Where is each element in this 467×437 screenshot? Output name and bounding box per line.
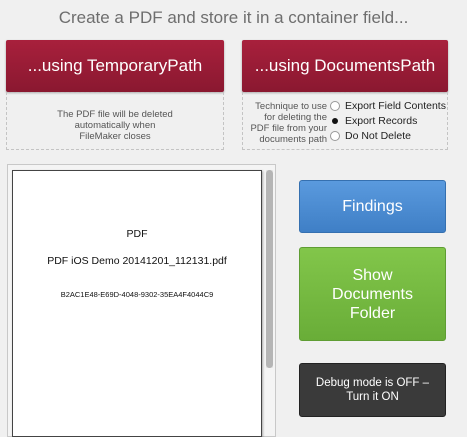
using-documents-path-button[interactable]: ...using DocumentsPath xyxy=(242,40,448,92)
pdf-heading: PDF xyxy=(126,228,148,240)
debug-toggle-button[interactable]: Debug mode is OFF – Turn it ON xyxy=(299,363,446,417)
technique-line: for deleting the xyxy=(264,112,327,123)
label-line: Debug mode is OFF – xyxy=(315,377,430,389)
label-line: Show xyxy=(352,266,393,284)
radio-do-not-delete[interactable]: Do Not Delete xyxy=(330,129,411,143)
radio-unselected-icon[interactable] xyxy=(330,131,340,141)
note-line: FileMaker closes xyxy=(79,131,151,142)
label-line: Documents xyxy=(332,285,413,303)
radio-label: Export Records xyxy=(345,115,418,127)
radio-label: Do Not Delete xyxy=(345,130,411,142)
radio-export-field-contents[interactable]: Export Field Contents xyxy=(330,99,446,113)
show-documents-folder-label: Show Documents Folder xyxy=(332,266,413,323)
debug-label: Debug mode is OFF – Turn it ON xyxy=(316,376,429,404)
technique-label: Technique to use for deleting the PDF fi… xyxy=(243,101,327,145)
technique-line: PDF file from your xyxy=(250,123,327,134)
technique-line: documents path xyxy=(259,134,327,145)
technique-line: Technique to use xyxy=(255,101,327,112)
findings-button[interactable]: Findings xyxy=(299,180,446,233)
temporary-path-note: The PDF file will be deleted automatical… xyxy=(40,109,190,142)
radio-selected-icon[interactable] xyxy=(330,116,340,126)
using-temporary-path-button[interactable]: ...using TemporaryPath xyxy=(6,40,224,92)
label-line: Folder xyxy=(349,304,396,322)
page-title: Create a PDF and store it in a container… xyxy=(58,8,409,27)
show-documents-folder-button[interactable]: Show Documents Folder xyxy=(299,247,446,341)
pdf-page xyxy=(12,170,262,437)
label-line: Turn it ON xyxy=(346,391,399,403)
note-line: automatically when xyxy=(74,120,156,131)
pdf-uuid: B2AC1E48-E69D-4048-9302-35EA4F4044C9 xyxy=(60,290,214,299)
radio-unselected-icon[interactable] xyxy=(330,101,340,111)
scrollbar-thumb[interactable] xyxy=(266,170,273,368)
radio-label: Export Field Contents xyxy=(345,100,446,112)
note-line: The PDF file will be deleted xyxy=(57,109,173,120)
radio-export-records[interactable]: Export Records xyxy=(330,114,417,128)
pdf-filename: PDF iOS Demo 20141201_112131.pdf xyxy=(47,255,227,267)
